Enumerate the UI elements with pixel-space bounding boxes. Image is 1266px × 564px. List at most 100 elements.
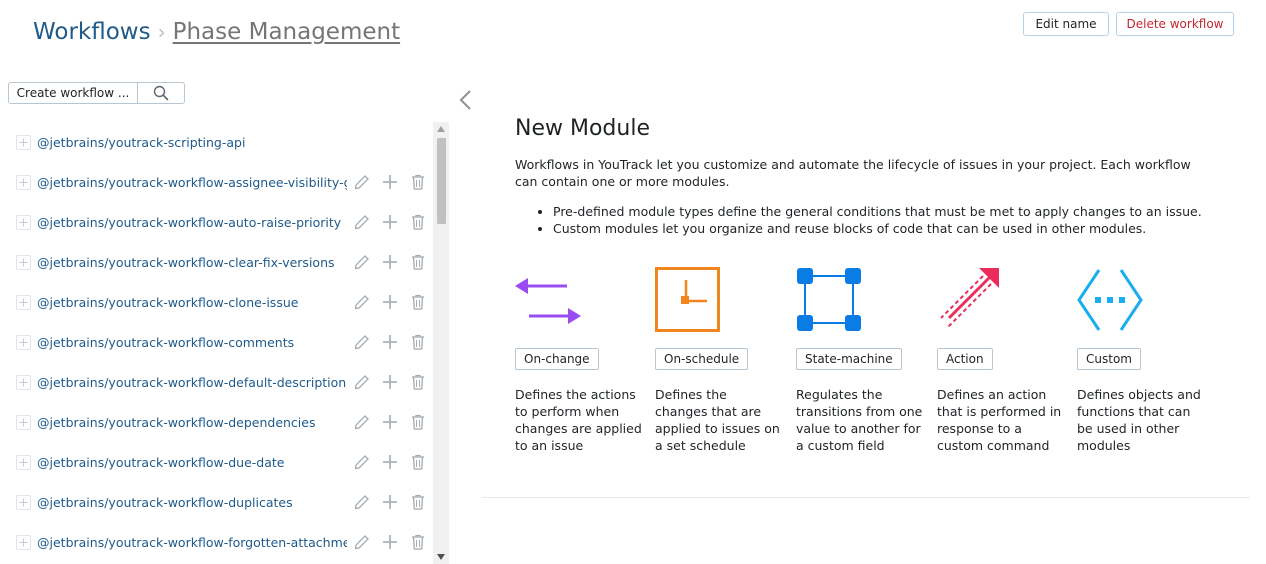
workflow-row[interactable]: @jetbrains/youtrack-workflow-default-des… (0, 362, 434, 402)
workflow-row[interactable]: @jetbrains/youtrack-workflow-assignee-vi… (0, 162, 434, 202)
add-module-icon[interactable] (381, 253, 399, 271)
trash-icon[interactable] (409, 493, 427, 511)
expand-icon[interactable] (16, 414, 31, 430)
bullet-item: Pre-defined module types define the gene… (553, 203, 1215, 220)
workflow-row-actions (353, 213, 427, 231)
workflow-row[interactable]: @jetbrains/youtrack-workflow-dependencie… (0, 402, 434, 442)
add-module-icon[interactable] (381, 213, 399, 231)
pencil-icon[interactable] (353, 173, 371, 191)
workflow-name-link[interactable]: @jetbrains/youtrack-workflow-auto-raise-… (37, 215, 341, 230)
workflow-name-link[interactable]: @jetbrains/youtrack-workflow-dependencie… (37, 415, 315, 430)
workflow-row-actions (353, 453, 427, 471)
workflow-list: @jetbrains/youtrack-scripting-api @jetbra… (0, 122, 434, 564)
action-icon (940, 268, 999, 329)
on-schedule-button[interactable]: On-schedule (655, 348, 749, 370)
content-divider (482, 497, 1250, 498)
on-change-button[interactable]: On-change (515, 348, 599, 370)
pencil-icon[interactable] (353, 213, 371, 231)
edit-name-button[interactable]: Edit name (1023, 12, 1109, 36)
workflow-row[interactable]: @jetbrains/youtrack-workflow-clear-fix-v… (0, 242, 434, 282)
expand-icon[interactable] (16, 214, 31, 230)
on-change-description: Defines the actions to perform when chan… (515, 387, 642, 453)
expand-icon[interactable] (16, 174, 31, 190)
collapse-sidebar-icon[interactable] (458, 89, 474, 111)
action-button[interactable]: Action (937, 348, 993, 370)
workflow-row[interactable]: @jetbrains/youtrack-workflow-comments (0, 322, 434, 362)
workflow-name-link[interactable]: @jetbrains/youtrack-workflow-default-des… (37, 375, 346, 390)
workflow-name-link[interactable]: @jetbrains/youtrack-workflow-clone-issue (37, 295, 298, 310)
workflow-row-actions (353, 373, 427, 391)
expand-icon[interactable] (16, 534, 31, 550)
expand-icon[interactable] (16, 374, 31, 390)
workflow-name-link[interactable]: @jetbrains/youtrack-workflow-comments (37, 335, 294, 350)
expand-icon[interactable] (16, 454, 31, 470)
search-button[interactable] (138, 83, 184, 103)
workflow-name-link[interactable]: @jetbrains/youtrack-workflow-due-date (37, 455, 284, 470)
add-module-icon[interactable] (381, 493, 399, 511)
trash-icon[interactable] (409, 293, 427, 311)
scroll-up-icon[interactable] (433, 122, 449, 136)
breadcrumb-separator-icon: › (157, 20, 166, 44)
new-module-title: New Module (515, 116, 650, 141)
module-custom: Custom Defines objects and functions tha… (1077, 266, 1207, 453)
pencil-icon[interactable] (353, 293, 371, 311)
pencil-icon[interactable] (353, 253, 371, 271)
pencil-icon[interactable] (353, 413, 371, 431)
add-module-icon[interactable] (381, 333, 399, 351)
module-state-machine: State-machine Regulates the transitions … (796, 266, 926, 453)
trash-icon[interactable] (409, 413, 427, 431)
add-module-icon[interactable] (381, 173, 399, 191)
custom-button[interactable]: Custom (1077, 348, 1141, 370)
workflow-row[interactable]: @jetbrains/youtrack-workflow-forgotten-a… (0, 522, 434, 562)
workflow-name-link[interactable]: @jetbrains/youtrack-scripting-api (37, 135, 245, 150)
workflow-row[interactable]: @jetbrains/youtrack-workflow-duplicates (0, 482, 434, 522)
trash-icon[interactable] (409, 453, 427, 471)
pencil-icon[interactable] (353, 533, 371, 551)
module-bullets: Pre-defined module types define the gene… (515, 203, 1215, 237)
expand-icon[interactable] (16, 134, 31, 150)
expand-icon[interactable] (16, 294, 31, 310)
add-module-icon[interactable] (381, 373, 399, 391)
module-on-schedule: On-schedule Defines the changes that are… (655, 266, 785, 453)
workflow-list-scrollbar[interactable] (433, 122, 449, 564)
workflow-name-link[interactable]: @jetbrains/youtrack-workflow-clear-fix-v… (37, 255, 335, 270)
add-module-icon[interactable] (381, 293, 399, 311)
pencil-icon[interactable] (353, 453, 371, 471)
workflow-name-link[interactable]: @jetbrains/youtrack-workflow-forgotten-a… (37, 535, 347, 550)
trash-icon[interactable] (409, 173, 427, 191)
trash-icon[interactable] (409, 533, 427, 551)
pencil-icon[interactable] (353, 493, 371, 511)
scroll-down-icon[interactable] (433, 550, 449, 564)
breadcrumb: Workflows › Phase Management (33, 18, 400, 46)
workflow-row[interactable]: @jetbrains/youtrack-workflow-clone-issue (0, 282, 434, 322)
delete-workflow-button[interactable]: Delete workflow (1116, 12, 1234, 36)
trash-icon[interactable] (409, 373, 427, 391)
workflow-row[interactable]: @jetbrains/youtrack-scripting-api (0, 122, 434, 162)
workflow-row[interactable]: @jetbrains/youtrack-workflow-auto-raise-… (0, 202, 434, 242)
trash-icon[interactable] (409, 213, 427, 231)
pencil-icon[interactable] (353, 373, 371, 391)
expand-icon[interactable] (16, 334, 31, 350)
add-module-icon[interactable] (381, 533, 399, 551)
add-module-icon[interactable] (381, 413, 399, 431)
scroll-thumb[interactable] (437, 138, 446, 224)
state-machine-button[interactable]: State-machine (796, 348, 902, 370)
pencil-icon[interactable] (353, 333, 371, 351)
workflow-name-link[interactable]: @jetbrains/youtrack-workflow-duplicates (37, 495, 293, 510)
action-description: Defines an action that is performed in r… (937, 387, 1062, 453)
custom-description: Defines objects and functions that can b… (1077, 387, 1201, 453)
page-title[interactable]: Phase Management (173, 18, 401, 46)
breadcrumb-workflows-link[interactable]: Workflows (33, 18, 151, 46)
state-machine-icon (797, 268, 861, 331)
bullet-item: Custom modules let you organize and reus… (553, 220, 1215, 237)
expand-icon[interactable] (16, 494, 31, 510)
on-schedule-description: Defines the changes that are applied to … (655, 387, 780, 453)
add-module-icon[interactable] (381, 453, 399, 471)
workflow-name-link[interactable]: @jetbrains/youtrack-workflow-assignee-vi… (37, 175, 347, 190)
trash-icon[interactable] (409, 253, 427, 271)
expand-icon[interactable] (16, 254, 31, 270)
create-workflow-button[interactable]: Create workflow ... (9, 83, 138, 103)
state-machine-description: Regulates the transitions from one value… (796, 387, 923, 453)
workflow-row[interactable]: @jetbrains/youtrack-workflow-due-date (0, 442, 434, 482)
trash-icon[interactable] (409, 333, 427, 351)
